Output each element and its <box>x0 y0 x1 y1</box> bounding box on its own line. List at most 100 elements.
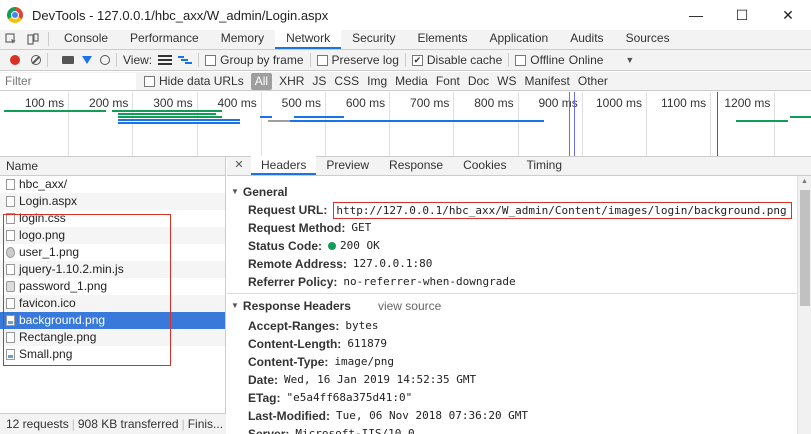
hide-data-urls-checkbox[interactable]: Hide data URLs <box>144 74 244 88</box>
response-headers-section-header[interactable]: ▼ Response Headers view source <box>227 297 797 315</box>
close-button[interactable]: ✕ <box>765 0 811 30</box>
tab-elements[interactable]: Elements <box>406 29 478 49</box>
overview-event-marker <box>717 92 718 156</box>
hide-data-urls-box[interactable] <box>144 75 155 87</box>
search-icon[interactable] <box>100 55 110 65</box>
clear-icon[interactable] <box>31 55 41 65</box>
minimize-button[interactable]: — <box>673 0 719 30</box>
transferred-size: 908 KB transferred <box>77 417 179 431</box>
type-filter-css[interactable]: CSS <box>330 73 363 90</box>
group-by-frame-checkbox[interactable]: Group by frame <box>205 53 304 67</box>
type-filter-ws[interactable]: WS <box>493 73 520 90</box>
headers-content: ▼ General Request URL: http://127.0.0.1/… <box>227 176 797 434</box>
maximize-button[interactable]: ☐ <box>719 0 765 30</box>
overview-waterfall-icon[interactable] <box>178 55 193 65</box>
offline-checkbox[interactable]: Offline <box>515 53 565 67</box>
detail-tab-timing[interactable]: Timing <box>516 156 572 175</box>
document-icon <box>6 196 15 207</box>
large-rows-icon[interactable] <box>158 55 173 65</box>
detail-tab-response[interactable]: Response <box>379 156 453 175</box>
inspect-element-icon[interactable] <box>0 29 22 49</box>
overview-request-bar <box>118 122 240 124</box>
type-filter-all[interactable]: All <box>250 72 273 90</box>
overview-tick-label: 600 ms <box>345 96 386 110</box>
response-header-row: Last-Modified: Tue, 06 Nov 2018 07:36:20 … <box>248 409 529 423</box>
preserve-log-box[interactable] <box>316 54 328 66</box>
type-filter-manifest[interactable]: Manifest <box>521 73 574 90</box>
overview-request-bar <box>260 116 272 118</box>
scrollbar-thumb[interactable] <box>800 190 810 306</box>
tab-console[interactable]: Console <box>53 29 119 49</box>
capture-screenshots-icon[interactable] <box>62 56 74 64</box>
type-filter-js[interactable]: JS <box>308 73 330 90</box>
overview-tick-label: 1200 ms <box>724 96 771 110</box>
response-header-row: Server: Microsoft-IIS/10.0 <box>248 427 415 434</box>
network-toolbar: View: Group by frame Preserve log ✔ Disa… <box>0 50 811 71</box>
device-toolbar-icon[interactable] <box>22 29 44 49</box>
overview-request-bar <box>118 119 240 121</box>
type-filter-media[interactable]: Media <box>391 73 432 90</box>
tab-performance[interactable]: Performance <box>119 29 210 49</box>
type-filter-doc[interactable]: Doc <box>464 73 493 90</box>
disable-cache-box[interactable]: ✔ <box>411 54 423 66</box>
request-method-row: Request Method: GET <box>248 221 372 235</box>
tab-sources[interactable]: Sources <box>615 29 681 49</box>
overview-tick-label: 1000 ms <box>595 96 642 110</box>
type-filter-img[interactable]: Img <box>363 73 391 90</box>
detail-tab-cookies[interactable]: Cookies <box>453 156 516 175</box>
referrer-policy-row: Referrer Policy: no-referrer-when-downgr… <box>248 275 516 289</box>
response-header-row: Content-Type: image/png <box>248 355 395 369</box>
type-filter-font[interactable]: Font <box>432 73 464 90</box>
request-name: hbc_axx/ <box>19 177 68 191</box>
detail-tab-preview[interactable]: Preview <box>316 156 379 175</box>
chrome-logo-icon <box>7 7 23 23</box>
response-header-row: Accept-Ranges: bytes <box>248 319 379 333</box>
tab-application[interactable]: Application <box>478 29 559 49</box>
overview-request-bar <box>736 120 788 122</box>
devtools-tab-bar: Console Performance Memory Network Security E… <box>0 29 811 50</box>
response-header-row: Date: Wed, 16 Jan 2019 14:52:35 GMT <box>248 373 477 387</box>
request-row[interactable]: hbc_axx/ <box>0 176 225 193</box>
request-count: 12 requests <box>6 417 69 431</box>
overview-request-bar <box>4 110 106 112</box>
view-source-link[interactable]: view source <box>378 297 441 315</box>
overview-tick-label: 400 ms <box>217 96 257 110</box>
overview-tick-label: 100 ms <box>24 96 65 110</box>
request-url-value[interactable]: http://127.0.0.1/hbc_axx/W_admin/Content… <box>333 201 792 219</box>
preserve-log-checkbox[interactable]: Preserve log <box>316 53 399 67</box>
overview-request-bar <box>118 113 216 115</box>
overview-request-bar <box>290 120 544 122</box>
tab-memory[interactable]: Memory <box>210 29 275 49</box>
name-column-header[interactable]: Name <box>0 157 225 176</box>
window-title: DevTools - 127.0.0.1/hbc_axx/W_admin/Log… <box>32 7 329 23</box>
scroll-up-icon[interactable]: ▲ <box>801 178 808 185</box>
filter-input[interactable] <box>0 72 136 90</box>
overview-event-marker <box>574 92 575 156</box>
response-header-row: Content-Length: 611879 <box>248 337 388 351</box>
group-by-frame-box[interactable] <box>205 54 217 66</box>
request-list: Name hbc_axx/Login.aspx login.css logo.png… <box>0 157 226 434</box>
triangle-down-icon: ▼ <box>231 187 239 196</box>
tab-audits[interactable]: Audits <box>559 29 614 49</box>
type-filter-xhr[interactable]: XHR <box>275 73 308 90</box>
detail-scrollbar[interactable]: ▲ <box>797 176 811 434</box>
overview-tick-label: 300 ms <box>153 96 193 110</box>
general-section-header[interactable]: ▼ General <box>227 183 797 201</box>
view-label: View: <box>123 53 153 67</box>
record-icon[interactable] <box>10 55 20 65</box>
overview-tick-label: 200 ms <box>89 96 129 110</box>
disable-cache-checkbox[interactable]: ✔ Disable cache <box>411 53 502 67</box>
tab-network[interactable]: Network <box>275 29 342 49</box>
detail-tab-headers[interactable]: Headers <box>251 156 317 175</box>
close-detail-icon[interactable]: ✕ <box>227 156 251 175</box>
request-row[interactable]: Login.aspx <box>0 193 225 210</box>
type-filter-other[interactable]: Other <box>574 73 612 90</box>
overview-request-bar <box>112 110 222 112</box>
overview-timeline[interactable]: 100 ms 200 ms 300 ms 400 ms 500 ms 600 ms 700 … <box>0 92 811 157</box>
chevron-down-icon: ▼ <box>625 55 635 65</box>
filter-bar: Hide data URLs AllXHRJSCSSImgMediaFontDo… <box>0 72 811 91</box>
throttling-select[interactable]: Online ▼ <box>569 53 635 67</box>
tab-security[interactable]: Security <box>341 29 406 49</box>
filter-icon[interactable] <box>82 56 92 64</box>
offline-box[interactable] <box>515 54 527 66</box>
